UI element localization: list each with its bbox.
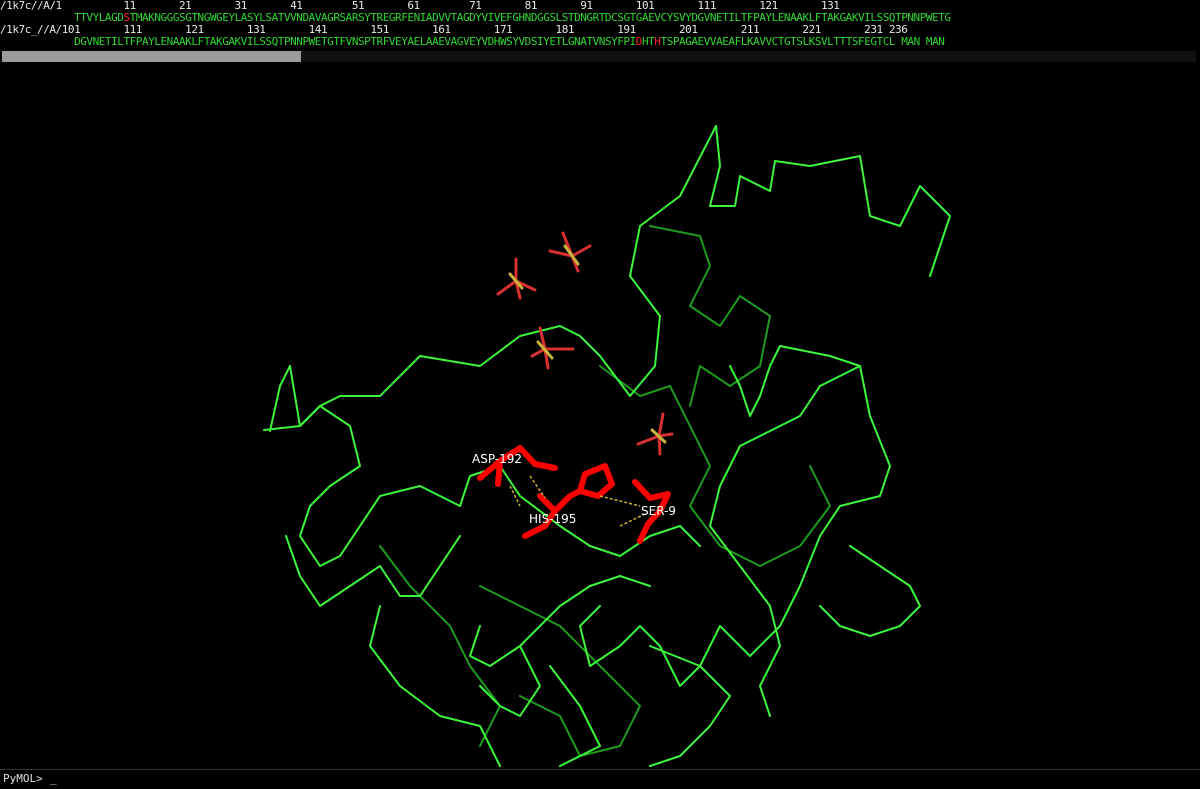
backbone-trace (559, 275, 661, 397)
command-cursor[interactable]: _ (50, 770, 57, 788)
backbone-trace (269, 325, 561, 432)
backbone-trace (479, 645, 541, 717)
backbone-trace (479, 585, 641, 757)
residue-label-ser: SER-9 (641, 504, 677, 518)
sequence-scrollbar[interactable] (2, 51, 1196, 62)
backbone-trace (729, 345, 861, 417)
backbone-trace (469, 575, 651, 667)
command-line[interactable]: PyMOL> _ (0, 769, 1200, 789)
backbone-trace (709, 445, 781, 717)
his-195-link[interactable] (552, 488, 583, 514)
sulfate-group-1[interactable] (548, 231, 592, 273)
sulfate-group-4[interactable] (636, 412, 674, 456)
command-prompt: PyMOL> (3, 772, 43, 785)
sulfate-group-2[interactable] (496, 257, 537, 300)
residues-segment[interactable]: DGVNETILTFPAYLENAAKLFTAKGAKVILSSQTPNNPWE… (0, 35, 636, 48)
sequence-scrollbar-thumb[interactable] (2, 51, 301, 62)
residues-segment[interactable]: TSPAGAEVVAEAFLKAVVCTGTSLKSVLTTTSFEGTCL M… (661, 35, 945, 48)
backbone-trace (819, 545, 921, 637)
residues-segment[interactable]: HT (642, 35, 655, 48)
sequence-viewer[interactable]: /1k7c//A/1 11 21 31 41 51 61 71 81 91 10… (0, 0, 1200, 64)
backbone-trace (649, 225, 771, 407)
sulfate-group-3[interactable] (530, 326, 575, 370)
residue-label-asp: ASP-192 (472, 452, 523, 466)
backbone-trace (285, 535, 461, 607)
backbone-trace (719, 365, 891, 657)
his-195-ring[interactable] (577, 463, 615, 499)
backbone-trace (649, 645, 731, 767)
residue-label-his: HIS-195 (529, 512, 577, 526)
molecule-render[interactable] (0, 66, 1200, 768)
backbone-trace (629, 125, 717, 277)
molecular-viewport[interactable]: ASP-192 HIS-195 SER-9 (0, 66, 1200, 768)
backbone-trace (549, 665, 601, 767)
backbone-trace (709, 125, 951, 277)
backbone-trace (299, 465, 501, 567)
backbone-trace (599, 365, 831, 567)
sequence-residues-row2[interactable]: DGVNETILTFPAYLENAAKLFTAKGAKVILSSQTPNNPWE… (0, 35, 945, 48)
backbone-trace (263, 405, 361, 507)
